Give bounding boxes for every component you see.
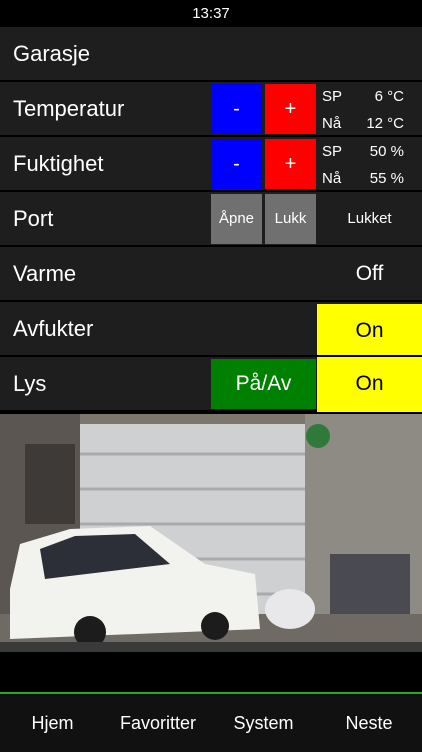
tab-neste[interactable]: Neste xyxy=(316,694,422,752)
port-open-button[interactable]: Åpne xyxy=(211,194,262,244)
sp-value: 50 % xyxy=(369,143,404,160)
row-fuktighet: Fuktighet - + SP 50 % Nå 55 % xyxy=(0,137,422,190)
lys-toggle-button[interactable]: På/Av xyxy=(211,359,316,409)
row-lys: Lys På/Av On xyxy=(0,357,422,412)
port-label: Port xyxy=(13,206,54,231)
sp-label: SP xyxy=(322,143,343,160)
tab-system[interactable]: System xyxy=(211,694,316,752)
row-varme: Varme Off xyxy=(0,247,422,300)
row-temperatur: Temperatur - + SP 6 °C Nå 12 °C xyxy=(0,82,422,135)
tab-hjem[interactable]: Hjem xyxy=(0,694,105,752)
port-close-button[interactable]: Lukk xyxy=(265,194,316,244)
row-avfukter: Avfukter On xyxy=(0,302,422,355)
varme-label: Varme xyxy=(13,261,77,286)
na-value: 55 % xyxy=(369,170,404,187)
row-port: Port Åpne Lukk Lukket xyxy=(0,192,422,245)
avfukter-label: Avfukter xyxy=(13,316,94,341)
lys-label: Lys xyxy=(13,371,47,396)
status-bar: 13:37 xyxy=(0,0,422,26)
temperatur-label: Temperatur xyxy=(13,96,125,121)
na-label: Nå xyxy=(322,115,342,132)
na-value: 12 °C xyxy=(366,115,404,132)
sp-label: SP xyxy=(322,88,343,105)
port-state: Lukket xyxy=(347,210,392,227)
page-title: Garasje xyxy=(13,41,91,66)
lys-state[interactable]: On xyxy=(317,357,422,412)
fuktighet-minus-button[interactable]: - xyxy=(211,139,262,189)
varme-state[interactable]: Off xyxy=(317,247,422,300)
temperatur-plus-button[interactable]: + xyxy=(265,84,316,134)
camera-image xyxy=(0,414,422,652)
avfukter-state[interactable]: On xyxy=(317,304,422,355)
fuktighet-plus-button[interactable]: + xyxy=(265,139,316,189)
tab-bar: Hjem Favoritter System Neste xyxy=(0,692,422,752)
header-row: Garasje xyxy=(0,27,422,80)
camera-feed[interactable] xyxy=(0,414,422,652)
temperatur-minus-button[interactable]: - xyxy=(211,84,262,134)
na-label: Nå xyxy=(322,170,342,187)
sp-value: 6 °C xyxy=(374,88,404,105)
tab-favoritter[interactable]: Favoritter xyxy=(105,694,211,752)
clock: 13:37 xyxy=(192,5,230,22)
fuktighet-label: Fuktighet xyxy=(13,151,104,176)
